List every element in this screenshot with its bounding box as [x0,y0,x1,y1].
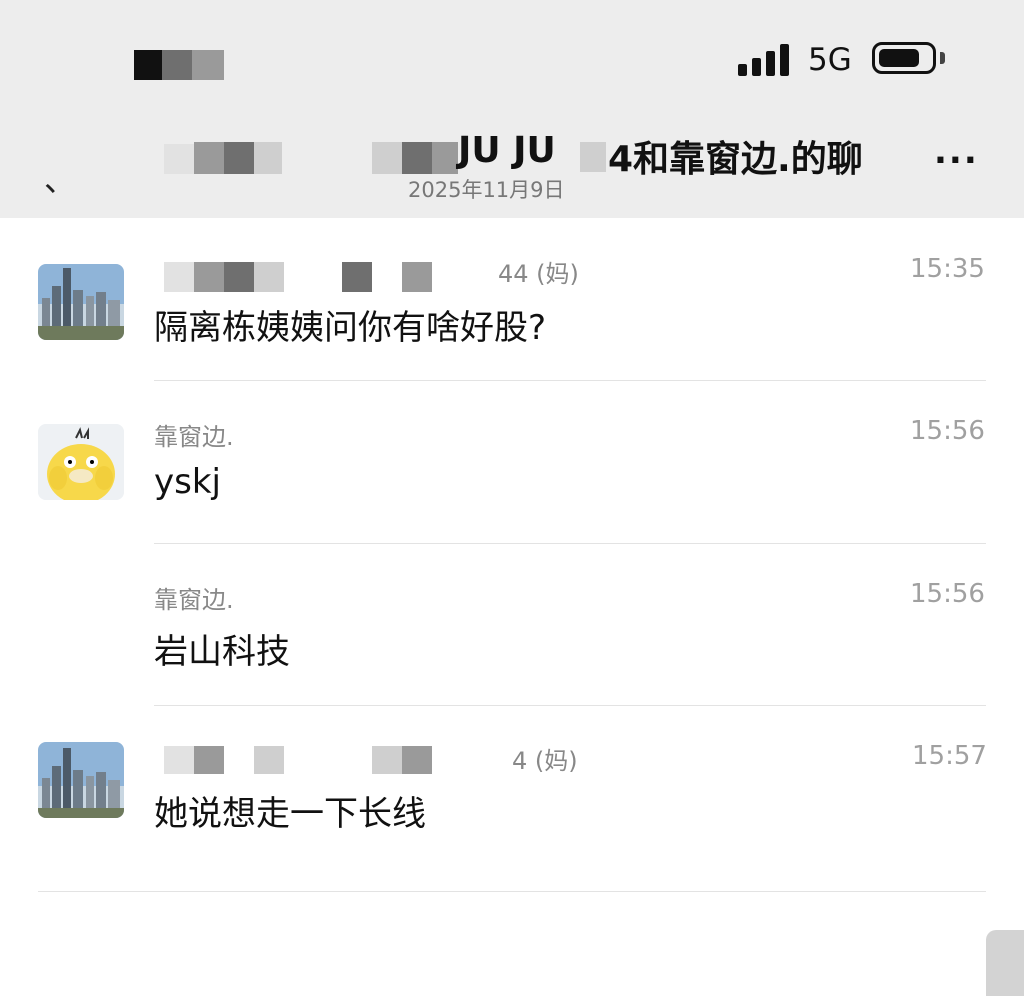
redaction-block [194,142,224,174]
redaction-block [402,262,432,292]
redaction-block [224,142,254,174]
avatar[interactable] [38,742,124,818]
chat-date: 2025年11月9日 [408,178,565,202]
battery-icon [872,42,936,74]
redaction-block [194,746,224,774]
divider [38,891,986,892]
more-icon[interactable]: ... [934,132,979,172]
avatar[interactable] [38,264,124,340]
avatar[interactable] [38,424,124,500]
redaction-block [402,142,432,174]
redaction-block [164,144,194,174]
chat-title: 4和靠窗边.的聊 [608,139,863,180]
divider [154,543,986,544]
message-time: 15:35 [910,254,985,284]
battery-tip [940,52,945,64]
chevron-left-icon[interactable]: 、 [44,164,76,196]
redaction-block [580,142,606,172]
redaction-block [192,50,224,80]
divider [154,705,986,706]
chat-title-fragment: JU JU [458,130,556,171]
redaction-block [254,746,284,774]
message-time: 15:56 [910,579,985,609]
redaction-block [372,746,402,774]
redaction-block [134,50,162,80]
sender-name: 4 (妈) [512,747,578,775]
scrollbar-handle[interactable] [986,930,1024,996]
divider [154,380,986,381]
redaction-block [254,262,284,292]
signal-icon [738,44,792,76]
redaction-block [162,50,192,80]
redaction-block [372,142,402,174]
redaction-block [164,746,194,774]
message-time: 15:57 [912,741,987,771]
sender-name: 靠窗边. [154,586,234,614]
redaction-block [164,262,194,292]
message-text: 岩山科技 [154,632,290,672]
message-text: yskj [154,462,221,502]
sender-name: 44 (妈) [498,260,579,288]
message-text: 隔离栋姨姨问你有啥好股? [154,308,547,348]
network-type: 5G [808,42,852,78]
redaction-block [402,746,432,774]
redaction-block [254,142,282,174]
message-text: 她说想走一下长线 [154,794,426,834]
redaction-block [342,262,372,292]
redaction-block [432,142,458,174]
redaction-block [194,262,224,292]
sender-name: 靠窗边. [154,423,234,451]
message-time: 15:56 [910,416,985,446]
redaction-block [224,262,254,292]
